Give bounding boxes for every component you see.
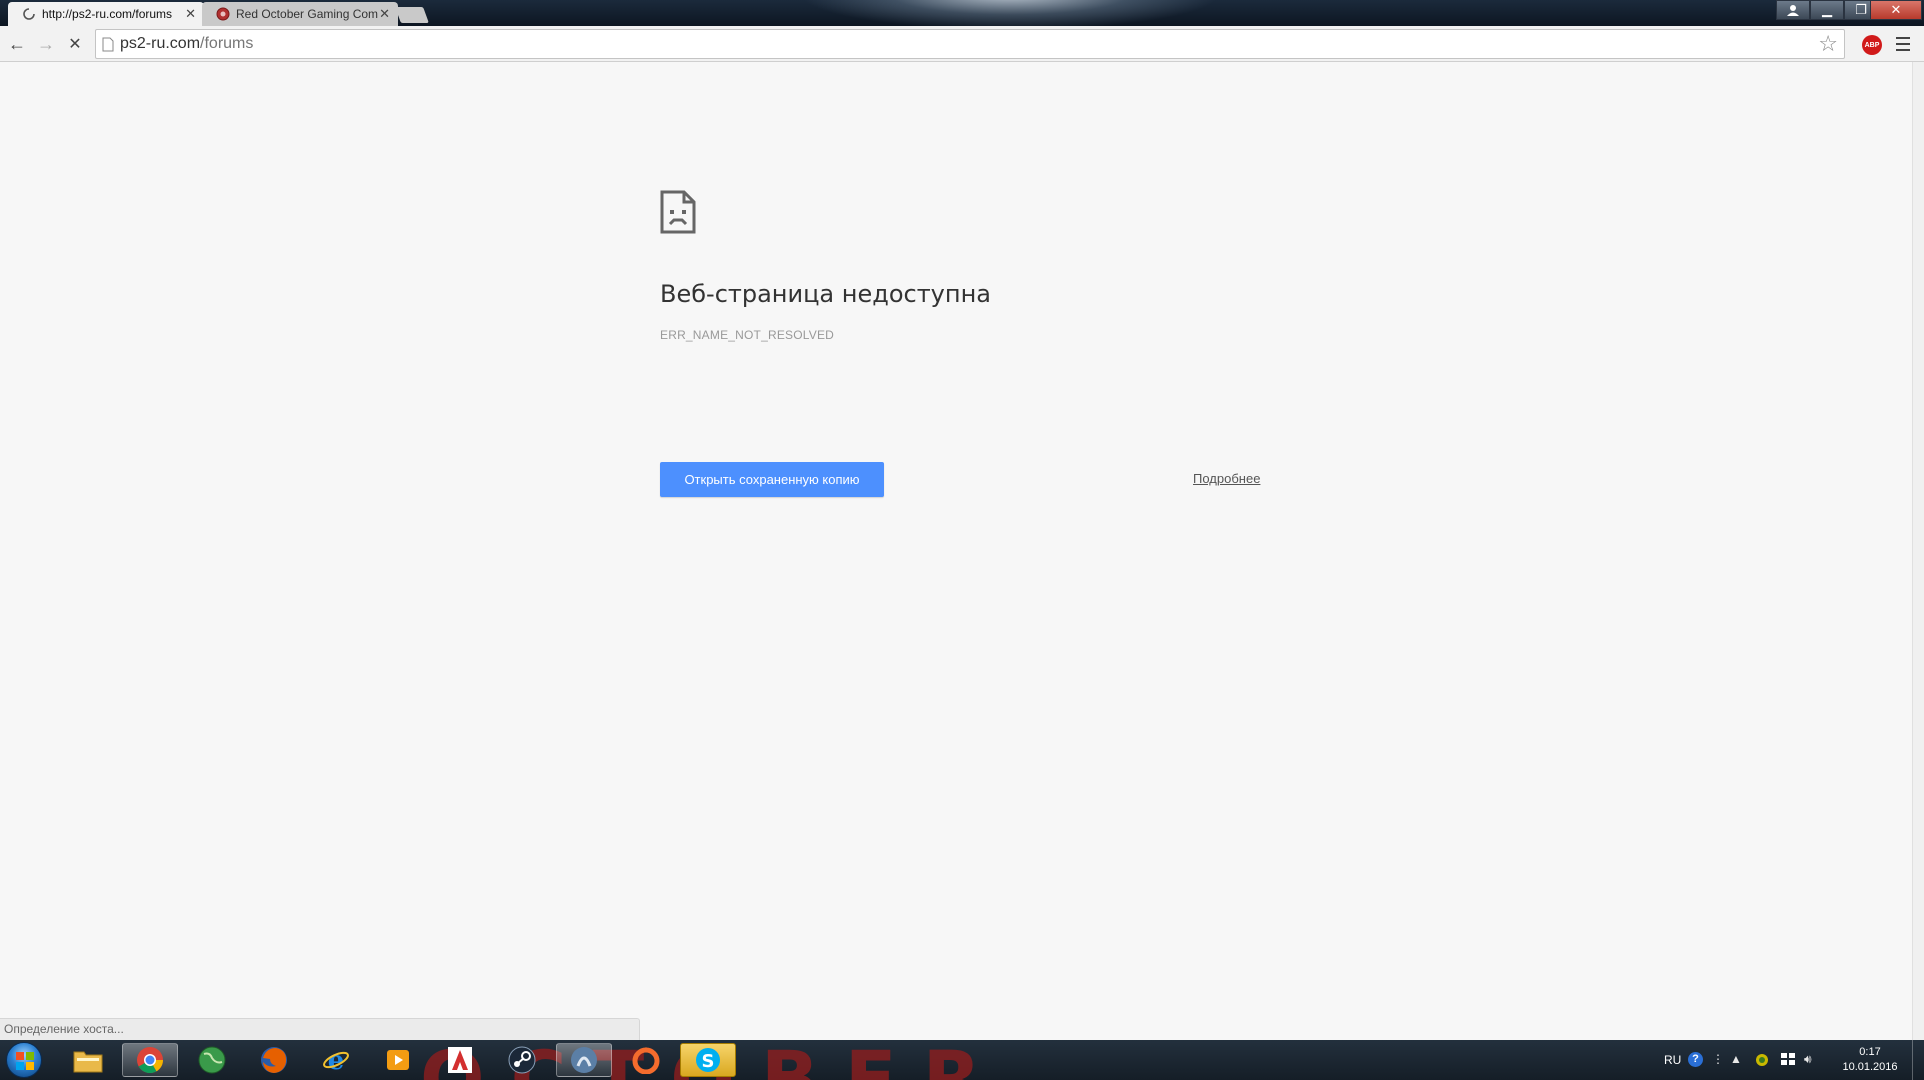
taskbar-steam[interactable] — [494, 1043, 550, 1077]
svg-text:e: e — [328, 1046, 345, 1074]
tab-ps2-forums[interactable]: http://ps2-ru.com/forums ✕ — [8, 2, 204, 26]
sad-document-icon — [660, 190, 696, 234]
firefox-icon — [261, 1047, 287, 1073]
network-flag-icon — [1781, 1053, 1795, 1065]
media-player-icon — [387, 1050, 409, 1070]
close-icon[interactable]: ✕ — [379, 2, 390, 26]
start-button[interactable] — [6, 1042, 42, 1078]
tab-label: Red October Gaming Com — [236, 7, 379, 21]
error-panel: Веб-страница недоступна ERR_NAME_NOT_RES… — [660, 190, 1260, 497]
taskbar-skype[interactable]: S — [680, 1043, 736, 1077]
help-icon[interactable]: ? — [1688, 1052, 1703, 1067]
details-link[interactable]: Подробнее — [1193, 471, 1260, 486]
stop-icon: ✕ — [68, 36, 82, 53]
open-cached-copy-button[interactable]: Открыть сохраненную копию — [660, 462, 884, 497]
chrome-menu-button[interactable] — [1894, 33, 1912, 55]
tray-options-icon[interactable]: ⋮ — [1712, 1052, 1724, 1066]
folder-icon — [73, 1051, 103, 1073]
url-host: ps2-ru.com — [120, 35, 201, 52]
status-bar: Определение хоста... — [0, 1018, 640, 1040]
browser-toolbar: ← → ✕ ps2-ru.com/forums ☆ ABP — [0, 26, 1924, 62]
taskbar-chrome[interactable] — [122, 1043, 178, 1077]
new-tab-button[interactable] — [395, 7, 429, 23]
show-hidden-icons-icon[interactable]: ▲ — [1730, 1052, 1742, 1066]
clock-date: 10.01.2016 — [1842, 1061, 1898, 1073]
taskbar-firefox[interactable] — [246, 1043, 302, 1077]
address-bar[interactable]: ps2-ru.com/forums ☆ — [95, 29, 1845, 59]
tray-app-icon[interactable] — [1754, 1052, 1770, 1071]
stop-button[interactable]: ✕ — [63, 32, 87, 56]
system-tray: RU ? ⋮ ▲ 🔊︎ 0:17 10.01.2016 — [1660, 1040, 1924, 1080]
adblock-plus-button[interactable]: ABP — [1862, 35, 1882, 55]
minimize-icon: ▁ — [1822, 2, 1832, 17]
red-october-favicon-icon — [216, 7, 230, 21]
user-icon — [1787, 5, 1799, 16]
minimize-button[interactable]: ▁ — [1810, 0, 1844, 20]
adblock-icon: ABP — [1864, 41, 1880, 49]
adobe-icon — [448, 1047, 472, 1073]
taskbar-origin[interactable] — [618, 1043, 674, 1077]
tab-red-october[interactable]: Red October Gaming Com ✕ — [202, 2, 398, 26]
bookmark-star-icon[interactable]: ☆ — [1818, 32, 1838, 56]
taskbar-internet-explorer[interactable]: e — [308, 1043, 364, 1077]
close-icon[interactable]: ✕ — [185, 2, 196, 26]
show-desktop-button[interactable] — [1912, 1040, 1924, 1080]
taskbar-media-player[interactable] — [370, 1043, 426, 1077]
taskbar-blue-app[interactable] — [556, 1043, 612, 1077]
taskbar-file-explorer[interactable] — [60, 1043, 116, 1077]
internet-explorer-icon: e — [323, 1046, 349, 1074]
origin-icon — [632, 1047, 660, 1074]
globe-icon — [198, 1046, 226, 1074]
close-window-button[interactable]: ✕ — [1870, 0, 1922, 20]
network-icon[interactable] — [1780, 1052, 1796, 1069]
title-bar: http://ps2-ru.com/forums ✕ Red October G… — [0, 0, 1924, 26]
yellow-shield-icon — [1756, 1054, 1768, 1066]
user-profile-button[interactable] — [1776, 0, 1810, 20]
clock[interactable]: 0:17 10.01.2016 — [1838, 1045, 1902, 1075]
chrome-icon — [137, 1047, 164, 1074]
page-icon — [102, 37, 114, 52]
volume-icon[interactable]: 🔊︎ — [1804, 1052, 1812, 1067]
close-icon: ✕ — [1890, 2, 1902, 17]
url-path: /forums — [200, 35, 254, 52]
taskbar-adobe[interactable] — [432, 1043, 488, 1077]
steam-icon — [508, 1046, 536, 1074]
forward-arrow-icon: → — [37, 33, 55, 54]
windows-taskbar: OCTOBER e — [0, 1040, 1924, 1080]
taskbar-globe[interactable] — [184, 1043, 240, 1077]
back-arrow-icon: ← — [8, 33, 26, 54]
svg-text:S: S — [702, 1051, 715, 1072]
error-code: ERR_NAME_NOT_RESOLVED — [660, 328, 835, 342]
back-button[interactable]: ← — [5, 32, 29, 56]
skype-icon: S — [696, 1048, 720, 1072]
restore-icon: ❐ — [1855, 2, 1867, 17]
url-text[interactable]: ps2-ru.com/forums — [120, 30, 253, 58]
scrollbar[interactable] — [1912, 62, 1924, 1040]
language-indicator[interactable]: RU — [1664, 1053, 1681, 1067]
loading-spinner-icon — [23, 8, 35, 20]
page-viewport: Веб-страница недоступна ERR_NAME_NOT_RES… — [0, 62, 1924, 1040]
clock-time: 0:17 — [1859, 1046, 1881, 1058]
error-title: Веб-страница недоступна — [660, 280, 991, 308]
forward-button[interactable]: → — [34, 32, 58, 56]
tab-label: http://ps2-ru.com/forums — [42, 7, 173, 21]
app-blue-icon — [571, 1047, 597, 1073]
